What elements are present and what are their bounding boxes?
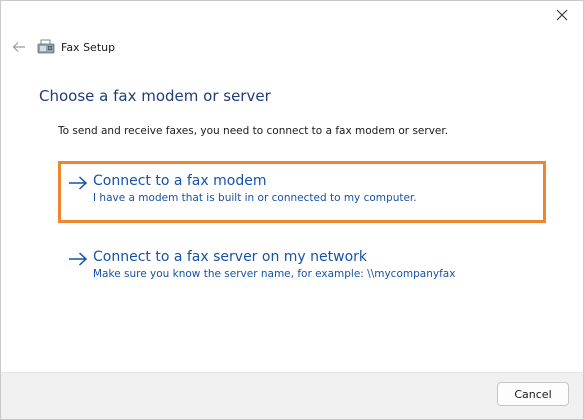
cancel-button[interactable]: Cancel <box>497 382 569 406</box>
option-content: Connect to a fax server on my network Ma… <box>67 248 455 282</box>
fax-machine-icon <box>37 39 55 54</box>
back-arrow-icon <box>12 42 25 52</box>
window-title: Fax Setup <box>61 40 116 54</box>
option-text: Connect to a fax modem I have a modem th… <box>93 172 417 206</box>
arrow-right-icon <box>69 252 88 266</box>
arrow-right-icon <box>69 176 88 190</box>
option-description: I have a modem that is built in or conne… <box>93 192 417 204</box>
close-button[interactable] <box>547 3 577 27</box>
option-title: Connect to a fax server on my network <box>93 249 367 265</box>
intro-text: To send and receive faxes, you need to c… <box>58 125 449 137</box>
option-description: Make sure you know the server name, for … <box>93 268 456 280</box>
page-heading: Choose a fax modem or server <box>39 87 271 105</box>
connect-fax-modem-option[interactable]: Connect to a fax modem I have a modem th… <box>58 161 546 223</box>
window-header: Fax Setup <box>9 37 115 57</box>
connect-fax-server-option[interactable]: Connect to a fax server on my network Ma… <box>58 239 546 301</box>
fax-setup-window: Fax Setup Choose a fax modem or server T… <box>0 0 584 420</box>
option-content: Connect to a fax modem I have a modem th… <box>67 172 417 206</box>
back-button[interactable] <box>9 37 29 57</box>
close-icon <box>556 9 568 21</box>
option-text: Connect to a fax server on my network Ma… <box>93 248 455 282</box>
dialog-footer: Cancel <box>1 372 583 419</box>
option-title: Connect to a fax modem <box>93 173 267 189</box>
